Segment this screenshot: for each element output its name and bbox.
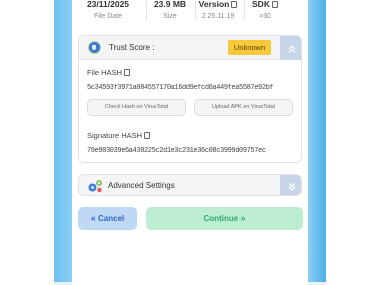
copy-icon[interactable] <box>124 69 131 76</box>
stat-divider <box>146 1 147 19</box>
signature-hash-label-row[interactable]: Signature HASH <box>87 131 151 140</box>
trust-status-badge: Unknown <box>228 40 271 55</box>
signature-hash-value: 79e903039e6a438225c2d1e3c231e36c08c3999d… <box>87 147 266 155</box>
cancel-label: Cancel <box>98 214 125 223</box>
stat-version[interactable]: Version 2.25.11.19 <box>196 0 240 22</box>
stat-file-date: 23/11/2025 File Date <box>86 0 130 22</box>
sdk-label: SDK <box>252 0 270 9</box>
size-value: 23.9 MB <box>153 0 187 9</box>
dialog-content: 23/11/2025 File Date 23.9 MB Size Versio… <box>72 0 308 285</box>
double-chevron-up-icon[interactable] <box>280 36 301 60</box>
file-hash-label-row[interactable]: File HASH <box>87 68 131 77</box>
left-frame-bar <box>54 0 72 285</box>
check-hash-virustotal-button[interactable]: Check Hash on VirusTotal <box>87 99 186 116</box>
trust-score-title: Trust Score : <box>109 43 155 52</box>
stats-row: 23/11/2025 File Date 23.9 MB Size Versio… <box>72 0 308 24</box>
size-label: Size <box>163 13 177 20</box>
right-frame-bar <box>308 0 326 285</box>
continue-label: Continue <box>203 214 239 223</box>
gears-icon <box>88 180 102 193</box>
continue-button[interactable]: Continue » <box>146 207 303 230</box>
trust-score-card: Trust Score : Unknown File HASH 5c34593f… <box>78 35 302 163</box>
trust-score-header[interactable]: Trust Score : Unknown <box>79 36 301 60</box>
file-date-value: 23/11/2025 <box>86 0 130 9</box>
stat-size: 23.9 MB Size <box>150 0 190 22</box>
version-value: 2.25.11.19 <box>201 13 235 20</box>
version-label: Version <box>198 0 230 9</box>
sdk-value: >30 <box>259 13 271 20</box>
copy-icon[interactable] <box>144 132 151 139</box>
double-chevron-down-icon[interactable] <box>280 175 301 195</box>
upload-apk-virustotal-button[interactable]: Upload APK on VirusTotal <box>194 99 293 116</box>
copy-icon[interactable] <box>231 1 238 8</box>
signature-hash-label: Signature HASH <box>87 131 143 140</box>
file-hash-label: File HASH <box>87 68 123 77</box>
shield-icon <box>88 41 101 54</box>
advanced-settings-title: Advanced Settings <box>108 181 175 190</box>
advanced-settings-header[interactable]: Advanced Settings <box>78 174 302 196</box>
double-chevron-right-icon: » <box>240 213 246 223</box>
cancel-button[interactable]: « Cancel <box>78 207 137 230</box>
stat-sdk[interactable]: SDK >30 <box>248 0 282 22</box>
file-date-label: File Date <box>93 13 122 20</box>
copy-icon[interactable] <box>271 1 278 8</box>
double-chevron-left-icon: « <box>90 213 96 223</box>
stat-divider <box>244 1 245 19</box>
file-hash-value: 5c34593f3971a084557170a16dd9efcd0a449fea… <box>87 84 274 92</box>
